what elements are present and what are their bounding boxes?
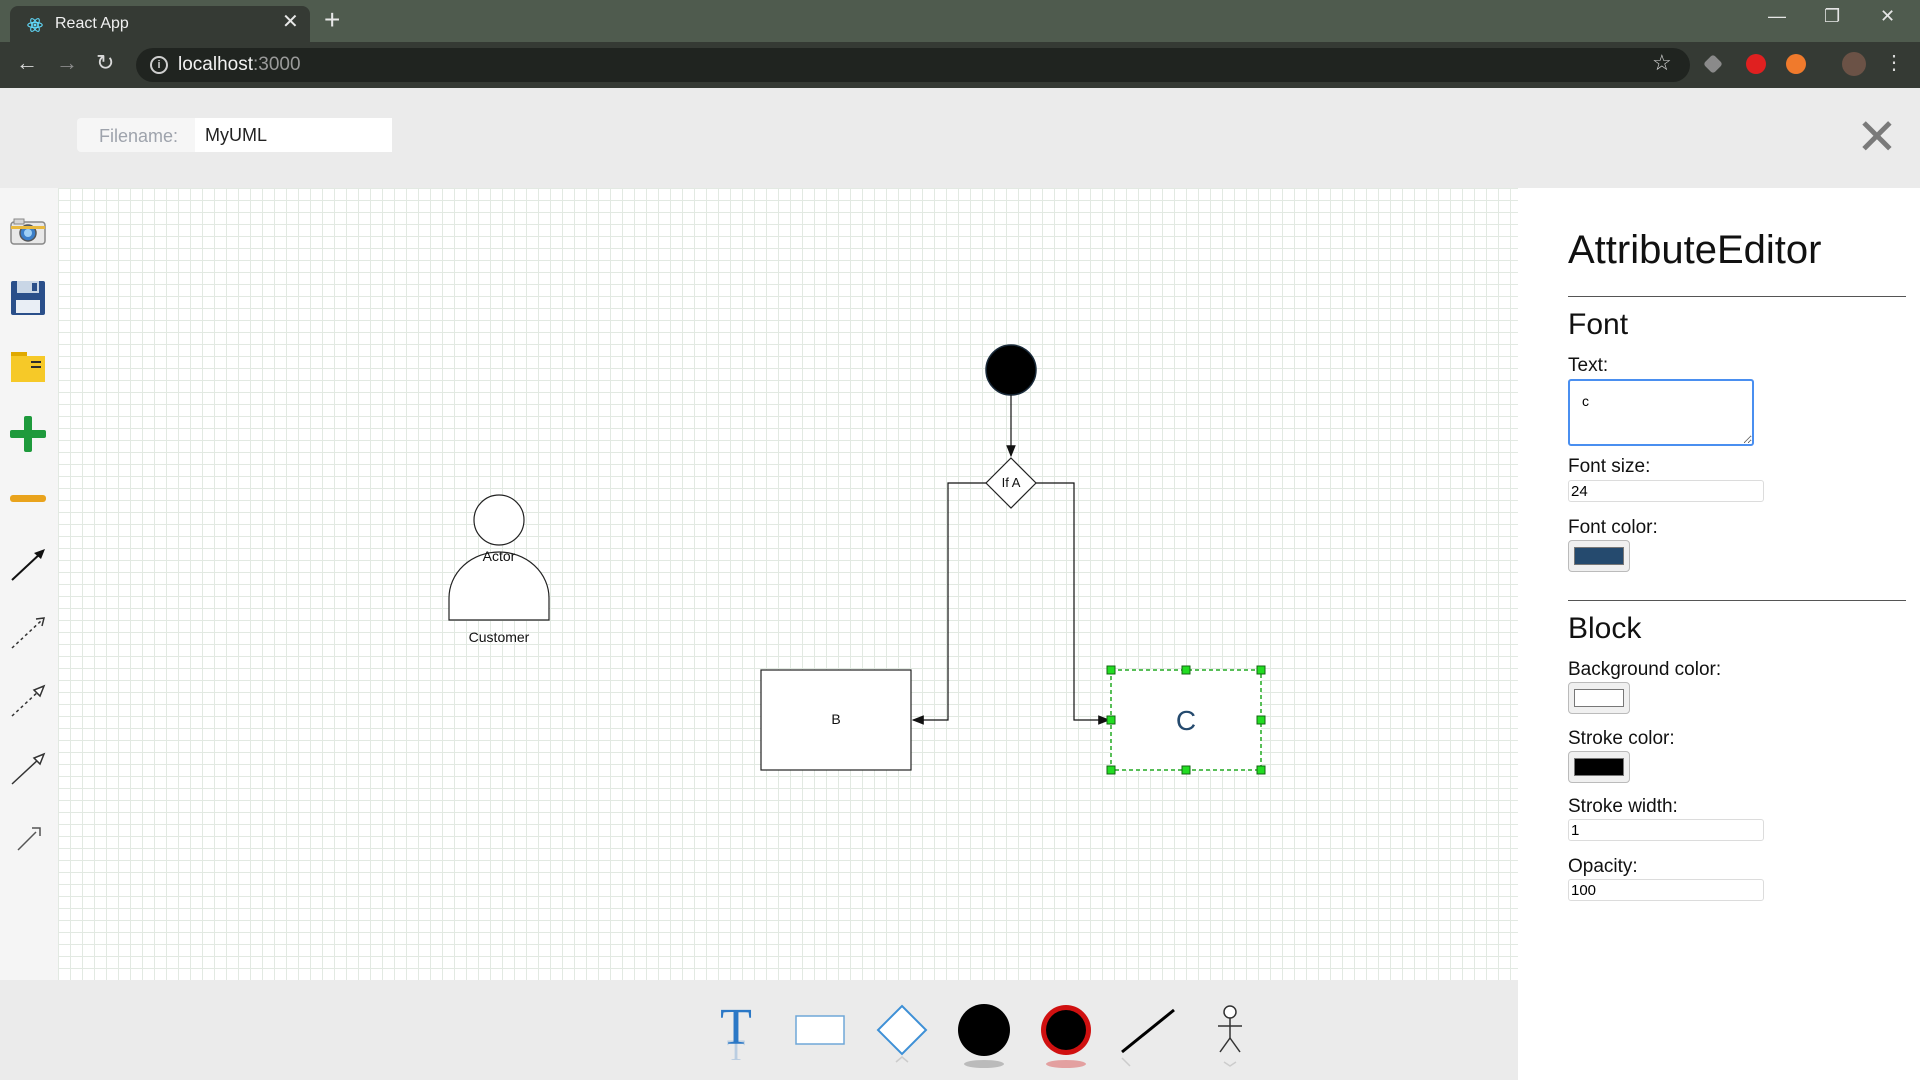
- arrow-short-icon[interactable]: [8, 816, 48, 856]
- text-label: Text:: [1568, 355, 1609, 376]
- shape-palette: T T: [0, 980, 1518, 1080]
- address-bar[interactable]: i localhost:3000: [136, 48, 1690, 82]
- app-header: Filename: ✕: [0, 88, 1920, 188]
- tab-close-icon[interactable]: ✕: [282, 12, 299, 32]
- rectangle-tool-icon[interactable]: [790, 1000, 850, 1068]
- zoom-in-icon[interactable]: [8, 414, 48, 454]
- save-icon[interactable]: [8, 278, 48, 318]
- left-toolbar: [0, 188, 58, 980]
- resize-handle[interactable]: [1106, 765, 1116, 775]
- text-input[interactable]: c: [1568, 379, 1754, 446]
- actor-shape[interactable]: Actor Customer: [448, 494, 550, 645]
- arrow-open-icon[interactable]: [8, 748, 48, 788]
- block-section-title: Block: [1568, 612, 1642, 645]
- attribute-editor-title: AttributeEditor: [1568, 228, 1822, 272]
- diamond-tool-icon[interactable]: [872, 1000, 932, 1068]
- folder-icon[interactable]: [8, 346, 48, 386]
- block-c[interactable]: C: [1106, 665, 1266, 775]
- font-color-fill: [1574, 547, 1624, 565]
- resize-handle[interactable]: [1181, 765, 1191, 775]
- new-tab-icon[interactable]: +: [324, 6, 340, 34]
- actor-label: Actor: [483, 548, 516, 564]
- resize-handle[interactable]: [1256, 665, 1266, 675]
- resize-handle[interactable]: [1256, 715, 1266, 725]
- resize-handle[interactable]: [1181, 665, 1191, 675]
- stroke-color-label: Stroke color:: [1568, 728, 1675, 749]
- resize-handle[interactable]: [1106, 665, 1116, 675]
- restore-icon[interactable]: ❐: [1824, 6, 1840, 27]
- line-tool-icon[interactable]: [1118, 1000, 1178, 1068]
- block-b-label: B: [831, 711, 840, 727]
- decision-label: If A: [1002, 475, 1021, 490]
- stroke-color-fill: [1574, 758, 1624, 776]
- resize-handle[interactable]: [1106, 715, 1116, 725]
- font-color-picker[interactable]: [1568, 540, 1630, 572]
- filename-label: Filename:: [99, 126, 179, 146]
- window-close-icon[interactable]: ✕: [1880, 6, 1895, 27]
- reload-icon[interactable]: ↻: [96, 52, 114, 74]
- profile-avatar[interactable]: [1842, 52, 1866, 76]
- decision-node[interactable]: If A: [985, 457, 1037, 509]
- camera-icon[interactable]: [8, 212, 48, 252]
- browser-tab[interactable]: React App ✕: [10, 6, 310, 42]
- extension-brave-icon[interactable]: [1786, 54, 1806, 74]
- background-color-picker[interactable]: [1568, 682, 1630, 714]
- browser-tabbar: React App ✕ + — ❐ ✕: [0, 0, 1920, 42]
- react-logo-icon: [27, 18, 43, 32]
- minimize-icon[interactable]: —: [1768, 6, 1786, 27]
- url-text: localhost:3000: [178, 54, 301, 75]
- arrow-dashed-open-icon[interactable]: [8, 680, 48, 720]
- initial-node-tool-icon[interactable]: [954, 1000, 1014, 1068]
- zoom-out-icon[interactable]: [8, 478, 48, 518]
- block-b[interactable]: B: [760, 669, 912, 771]
- diagram-canvas[interactable]: Actor Customer If A B C: [58, 188, 1518, 980]
- flow-arrow-to-c[interactable]: [1036, 482, 1111, 725]
- filename-box: Filename:: [77, 118, 392, 152]
- opacity-input[interactable]: [1568, 879, 1764, 901]
- flow-arrow-to-b[interactable]: [911, 482, 986, 725]
- browser-toolbar: ← → ↻ i localhost:3000: [0, 42, 1920, 88]
- background-color-fill: [1574, 689, 1624, 707]
- resize-handle[interactable]: [1256, 765, 1266, 775]
- actor-name: Customer: [469, 629, 530, 645]
- stroke-width-label: Stroke width:: [1568, 796, 1678, 817]
- font-section-title: Font: [1568, 308, 1629, 341]
- forward-icon[interactable]: →: [56, 52, 78, 74]
- stroke-color-picker[interactable]: [1568, 751, 1630, 783]
- font-size-label: Font size:: [1568, 456, 1651, 477]
- extension-adblock-icon[interactable]: [1746, 54, 1766, 74]
- background-color-label: Background color:: [1568, 659, 1722, 680]
- arrow-dashed-icon[interactable]: [8, 612, 48, 652]
- text-tool-icon[interactable]: T T: [706, 1000, 766, 1068]
- block-c-label: C: [1176, 705, 1196, 736]
- stroke-width-input[interactable]: [1568, 819, 1764, 841]
- final-node-tool-icon[interactable]: [1036, 1000, 1096, 1068]
- back-icon[interactable]: ←: [16, 52, 38, 74]
- bookmark-star-icon[interactable]: ☆: [1652, 50, 1672, 76]
- filename-input[interactable]: [195, 118, 392, 152]
- close-editor-icon[interactable]: ✕: [1856, 112, 1898, 162]
- divider: [1568, 296, 1906, 297]
- font-size-input[interactable]: [1568, 480, 1764, 502]
- initial-node[interactable]: [985, 344, 1037, 396]
- tab-title: React App: [55, 15, 129, 32]
- attribute-editor: AttributeEditor Font Text: c Font size: …: [1518, 188, 1920, 1080]
- opacity-label: Opacity:: [1568, 856, 1638, 877]
- site-info-icon[interactable]: i: [150, 56, 168, 74]
- divider: [1568, 600, 1906, 601]
- browser-menu-icon[interactable]: ⋮: [1884, 52, 1904, 74]
- actor-tool-icon[interactable]: [1200, 1000, 1260, 1068]
- svg-text:T: T: [727, 1034, 745, 1067]
- font-color-label: Font color:: [1568, 517, 1658, 538]
- arrow-solid-icon[interactable]: [8, 544, 48, 584]
